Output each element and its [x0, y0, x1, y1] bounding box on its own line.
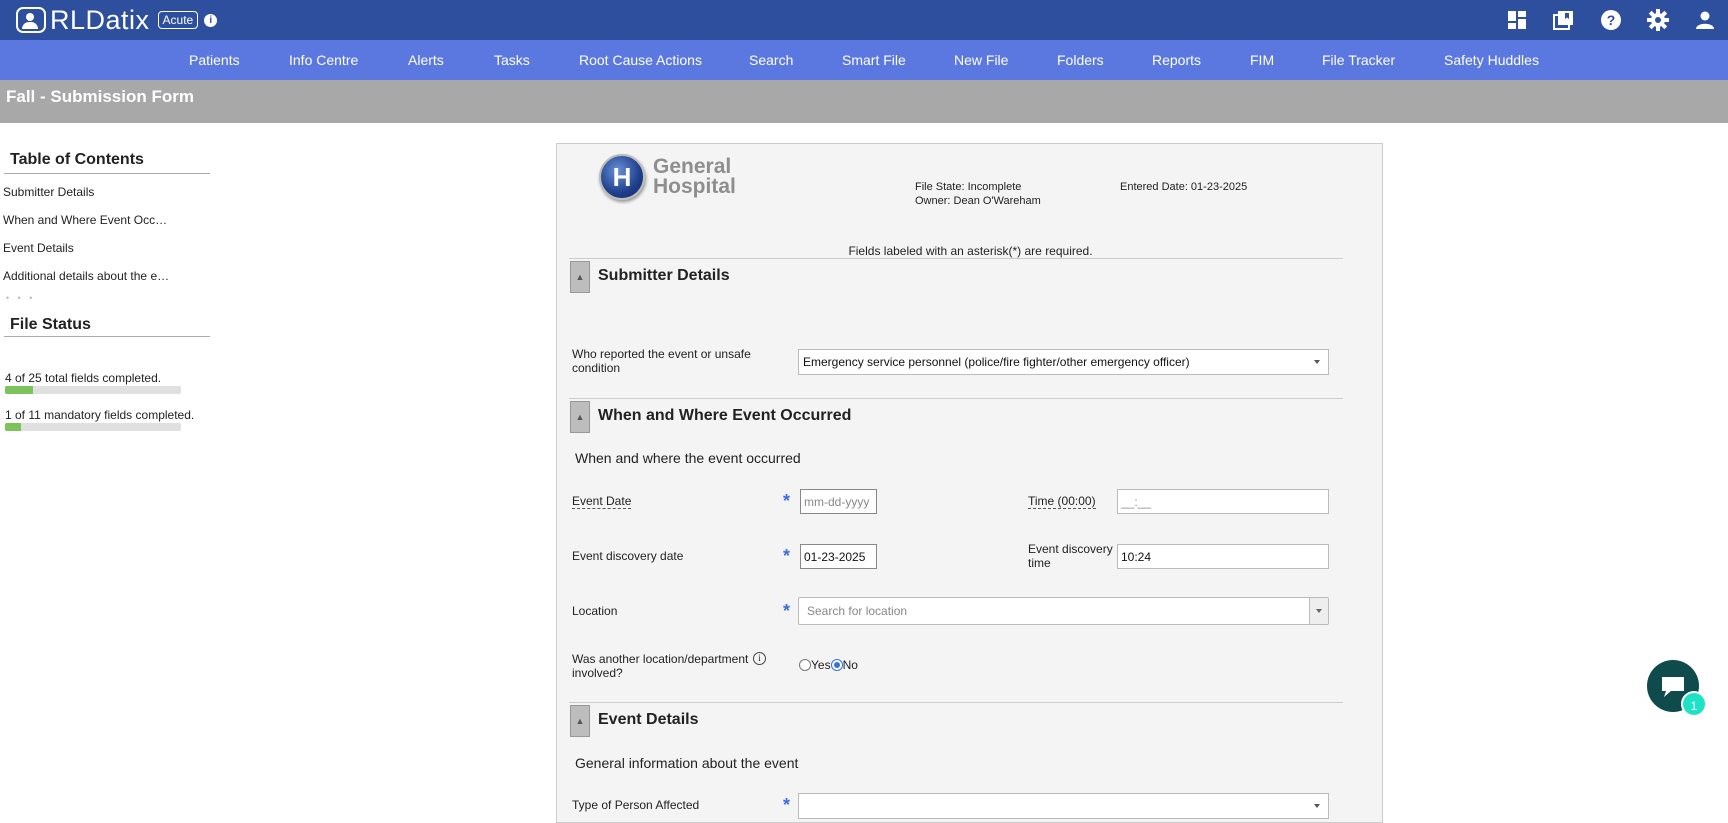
- top-bar: RLDatix Acute i ?: [0, 0, 1728, 40]
- file-status-divider: [4, 336, 210, 337]
- file-owner: Owner: Dean O'Wareham: [915, 195, 1041, 207]
- toc-divider: [4, 173, 210, 174]
- logo-mark-icon: [16, 7, 46, 33]
- toc-item-event-details[interactable]: Event Details: [3, 241, 74, 255]
- who-reported-select[interactable]: Emergency service personnel (police/fire…: [798, 349, 1329, 375]
- discovery-time-input[interactable]: 10:24: [1117, 544, 1329, 569]
- library-icon[interactable]: [1540, 0, 1587, 40]
- who-reported-value: Emergency service personnel (police/fire…: [803, 355, 1190, 369]
- dashboard-icon[interactable]: [1493, 0, 1540, 40]
- nav-alerts[interactable]: Alerts: [408, 40, 444, 80]
- mandatory-fields-progress-fill: [5, 423, 21, 431]
- toc-item-when-where[interactable]: When and Where Event Occ…: [3, 213, 167, 227]
- toc-item-additional-details[interactable]: Additional details about the e…: [3, 269, 169, 283]
- time-input[interactable]: __:__: [1117, 489, 1329, 514]
- toc-title: Table of Contents: [10, 151, 144, 168]
- nav-reports[interactable]: Reports: [1152, 40, 1201, 80]
- hospital-logo: H General Hospital: [599, 154, 736, 200]
- toc-item-submitter-details[interactable]: Submitter Details: [3, 185, 94, 199]
- required-asterisk: *: [783, 601, 791, 621]
- section-title-event-details: Event Details: [598, 711, 699, 728]
- gear-icon[interactable]: [1634, 0, 1681, 40]
- location-search-input[interactable]: Search for location: [798, 597, 1329, 625]
- nav-smart-file[interactable]: Smart File: [842, 40, 906, 80]
- chat-notification-badge: 1: [1681, 691, 1707, 717]
- help-icon[interactable]: ?: [1587, 0, 1634, 40]
- section-title-when-where: When and Where Event Occurred: [598, 407, 852, 424]
- required-asterisk: *: [783, 491, 791, 511]
- section-subtitle-when-where: When and where the event occurred: [575, 450, 801, 466]
- chevron-down-icon: [1314, 360, 1320, 364]
- nav-search[interactable]: Search: [749, 40, 793, 80]
- nav-tasks[interactable]: Tasks: [494, 40, 530, 80]
- required-fields-note: Fields labeled with an asterisk(*) are r…: [848, 244, 1093, 258]
- mandatory-fields-status: 1 of 11 mandatory fields completed.: [5, 408, 195, 422]
- collapse-when-where-button[interactable]: ▲: [570, 401, 590, 433]
- radio-no[interactable]: [830, 659, 843, 671]
- section-subtitle-event-details: General information about the event: [575, 755, 799, 771]
- section-divider: [569, 398, 1343, 399]
- radio-yes[interactable]: [799, 659, 811, 671]
- collapse-event-details-button[interactable]: ▲: [570, 705, 590, 737]
- event-date-input[interactable]: mm-dd-yyyy: [800, 489, 877, 514]
- page-title: Fall - Submission Form: [6, 87, 194, 106]
- time-label: Time (00:00): [1028, 494, 1096, 509]
- discovery-time-label: Event discovery time: [1028, 542, 1113, 570]
- nav-patients[interactable]: Patients: [189, 40, 240, 80]
- main-nav: Patients Info Centre Alerts Tasks Root C…: [0, 40, 1728, 80]
- section-divider: [569, 702, 1343, 703]
- person-type-select[interactable]: [798, 793, 1329, 819]
- toc-more-handle[interactable]: • • •: [6, 293, 35, 303]
- hospital-h-icon: H: [599, 154, 645, 200]
- section-title-submitter: Submitter Details: [598, 267, 730, 284]
- person-type-label: Type of Person Affected: [572, 798, 700, 812]
- event-date-label: Event Date: [572, 494, 632, 509]
- discovery-date-input[interactable]: 01-23-2025: [800, 544, 877, 569]
- edition-badge: Acute: [157, 11, 199, 29]
- info-icon[interactable]: i: [204, 13, 218, 27]
- section-divider: [569, 258, 1343, 259]
- total-fields-progress-fill: [5, 386, 34, 394]
- radio-no-label: No: [842, 658, 858, 672]
- total-fields-progress-bar: [5, 386, 181, 394]
- user-icon[interactable]: [1681, 0, 1728, 40]
- nav-folders[interactable]: Folders: [1057, 40, 1104, 80]
- location-label: Location: [572, 604, 618, 618]
- who-reported-label: Who reported the event or unsafe conditi…: [572, 347, 751, 375]
- file-state: File State: Incomplete: [915, 181, 1022, 193]
- form-title-bar: Fall - Submission Form: [0, 80, 1728, 123]
- nav-fim[interactable]: FIM: [1250, 40, 1274, 80]
- collapse-submitter-button[interactable]: ▲: [570, 261, 590, 293]
- hospital-name-line1: General: [653, 155, 732, 178]
- another-location-label: Was another location/department involved…: [572, 652, 749, 680]
- file-status-title: File Status: [10, 316, 91, 333]
- required-asterisk: *: [783, 795, 791, 815]
- discovery-date-label: Event discovery date: [572, 549, 684, 563]
- mandatory-fields-progress-bar: [5, 423, 181, 431]
- location-placeholder: Search for location: [807, 604, 908, 618]
- form-panel: H General Hospital File State: Incomplet…: [556, 143, 1383, 823]
- nav-new-file[interactable]: New File: [954, 40, 1008, 80]
- nav-safety-huddles[interactable]: Safety Huddles: [1444, 40, 1539, 80]
- nav-root-cause-actions[interactable]: Root Cause Actions: [579, 40, 702, 80]
- required-asterisk: *: [783, 546, 791, 566]
- logo-text: RLDatix: [50, 4, 150, 35]
- nav-file-tracker[interactable]: File Tracker: [1322, 40, 1395, 80]
- info-icon[interactable]: i: [753, 652, 766, 665]
- entered-date: Entered Date: 01-23-2025: [1120, 181, 1248, 193]
- chat-icon: [1662, 677, 1684, 697]
- radio-yes-label: Yes: [811, 658, 831, 672]
- dropdown-arrow-icon[interactable]: [1309, 598, 1328, 624]
- nav-info-centre[interactable]: Info Centre: [289, 40, 358, 80]
- total-fields-status: 4 of 25 total fields completed.: [5, 371, 162, 385]
- hospital-name-line2: Hospital: [653, 175, 736, 198]
- svg-text:?: ?: [1606, 12, 1615, 28]
- rldatix-logo[interactable]: RLDatix Acute i: [16, 4, 218, 35]
